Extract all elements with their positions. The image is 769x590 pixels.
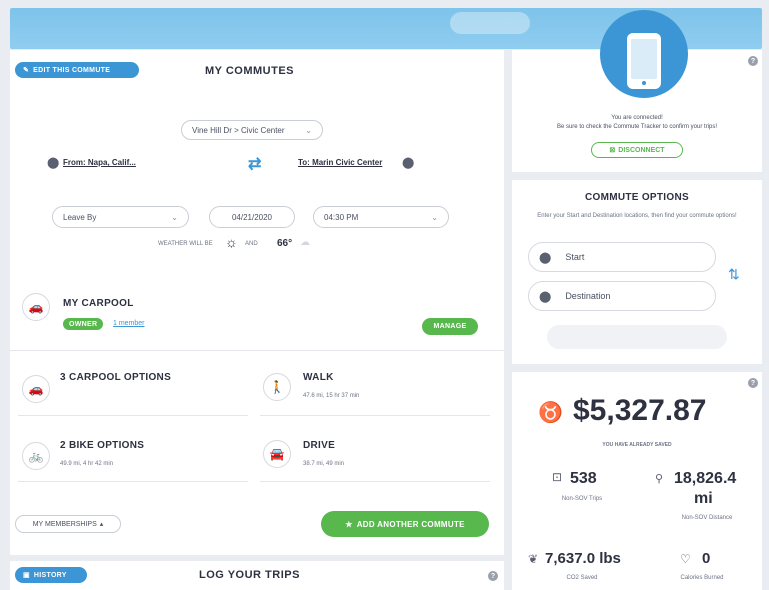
bike-icon[interactable]: 🚲 [22, 442, 50, 470]
members-link[interactable]: 1 member [113, 320, 145, 327]
bike-details: 49.9 mi, 4 hr 42 min [60, 461, 114, 467]
trips-label: Non-SOV Trips [561, 496, 603, 502]
divider [10, 350, 504, 351]
calories-value: 0 [702, 550, 711, 567]
trips-count: 538 [570, 470, 597, 487]
history-button[interactable]: ▣ HISTORY [15, 567, 87, 583]
bike-options-title[interactable]: 2 BIKE OPTIONS [60, 440, 144, 451]
chevron-down-icon: ⌄ [305, 125, 312, 135]
divider [260, 481, 490, 482]
tracker-connection-card: ? You are connected! Be sure to check th… [512, 10, 762, 172]
co2-value: 7,637.0 lbs [545, 550, 621, 567]
page-title: MY COMMUTES [205, 65, 295, 77]
calendar-icon: ▣ [23, 572, 30, 579]
help-icon[interactable]: ? [748, 378, 758, 388]
carpool-options-title[interactable]: 3 CARPOOL OPTIONS [60, 372, 171, 383]
log-trips-title: LOG YOUR TRIPS [199, 569, 300, 581]
distance-label: Non-SOV Distance [681, 515, 733, 521]
map-pin-icon: ⬤ [539, 251, 552, 264]
weather-and: AND [245, 241, 258, 247]
memberships-button[interactable]: MY MEMBERSHIPS ▴ [15, 515, 121, 533]
log-trips-card: ▣ HISTORY LOG YOUR TRIPS ? [10, 561, 504, 590]
map-pin-icon: ⬤ [47, 157, 60, 169]
star-icon: ★ [345, 519, 353, 529]
pencil-icon: ✎ [23, 67, 30, 74]
find-options-button[interactable] [547, 325, 727, 349]
commute-options-title: COMMUTE OPTIONS [585, 192, 689, 203]
trips-icon: ⊡ [552, 470, 563, 484]
owner-badge: OWNER [63, 318, 104, 330]
co2-label: CO2 Saved [566, 575, 598, 581]
swap-route-icon[interactable]: ⇄ [248, 154, 261, 174]
walk-icon[interactable]: 🚶 [263, 373, 291, 401]
map-pin-icon: ⬤ [539, 290, 552, 303]
piggy-bank-icon: ♉ [538, 402, 563, 424]
date-field[interactable]: 04/21/2020 [209, 206, 295, 228]
heart-pulse-icon: ♡ [680, 552, 691, 566]
weather-label: WEATHER WILL BE [158, 241, 213, 247]
caret-up-icon: ▴ [99, 521, 104, 528]
commute-options-description: Enter your Start and Destination locatio… [537, 213, 737, 219]
route-icon: ⚲ [655, 473, 664, 485]
disconnect-button[interactable]: ⊠ DISCONNECT [591, 142, 683, 158]
carpool-options-icon[interactable]: 🚗 [22, 375, 50, 403]
chevron-down-icon: ⌄ [171, 212, 178, 222]
to-location[interactable]: To: Marin Civic Center [298, 158, 382, 167]
chevron-down-icon: ⌄ [431, 212, 438, 222]
map-pin-icon: ⬤ [402, 157, 415, 169]
co2-icon: ❦ [528, 552, 539, 566]
cloud-icon: ☁ [300, 237, 310, 248]
connected-hint: Be sure to check the Commute Tracker to … [556, 124, 718, 130]
manage-button[interactable]: MANAGE [422, 318, 478, 335]
swap-locations-icon[interactable]: ⇅ [728, 266, 740, 283]
my-commutes-card: ✎ EDIT THIS COMMUTE MY COMMUTES Vine Hil… [10, 50, 504, 555]
phone-badge [600, 10, 688, 98]
drive-title[interactable]: DRIVE [303, 440, 335, 451]
divider [260, 415, 490, 416]
time-select[interactable]: 04:30 PM ⌄ [313, 206, 449, 228]
divider [18, 481, 248, 482]
carpool-icon: 🚗 [22, 293, 50, 321]
savings-amount: $5,327.87 [573, 394, 707, 427]
from-location[interactable]: From: Napa, Calif... [63, 158, 136, 167]
tracker-icon: ⊠ [609, 147, 616, 154]
drive-details: 38.7 mi, 49 min [303, 461, 345, 467]
edit-commute-button[interactable]: ✎ EDIT THIS COMMUTE [15, 62, 139, 78]
phone-icon [627, 33, 661, 89]
savings-card: ? ♉ $5,327.87 YOU HAVE ALREADY SAVED ⊡ 5… [512, 372, 762, 590]
savings-label: YOU HAVE ALREADY SAVED [602, 442, 672, 448]
leave-by-select[interactable]: Leave By ⌄ [52, 206, 189, 228]
cloud-decoration [450, 12, 530, 34]
help-icon[interactable]: ? [748, 56, 758, 66]
help-icon[interactable]: ? [488, 571, 498, 581]
start-input[interactable]: ⬤ Start [528, 242, 716, 272]
walk-details: 47.6 mi, 15 hr 37 min [303, 393, 360, 399]
sun-icon: ☼ [225, 234, 238, 250]
distance-value: 18,826.4 [674, 470, 737, 487]
temperature: 66° [277, 238, 293, 249]
calories-label: Calories Burned [680, 575, 724, 581]
connected-status: You are connected! [611, 115, 663, 121]
commute-options-card: COMMUTE OPTIONS Enter your Start and Des… [512, 180, 762, 364]
distance-unit: mi [694, 490, 713, 507]
route-select[interactable]: Vine Hill Dr > Civic Center ⌄ [181, 120, 323, 140]
destination-input[interactable]: ⬤ Destination [528, 281, 716, 311]
add-commute-button[interactable]: ★ ADD ANOTHER COMMUTE [321, 511, 489, 537]
walk-title[interactable]: WALK [303, 372, 334, 383]
divider [18, 415, 248, 416]
car-icon[interactable]: 🚘 [263, 440, 291, 468]
carpool-title: MY CARPOOL [63, 298, 134, 309]
